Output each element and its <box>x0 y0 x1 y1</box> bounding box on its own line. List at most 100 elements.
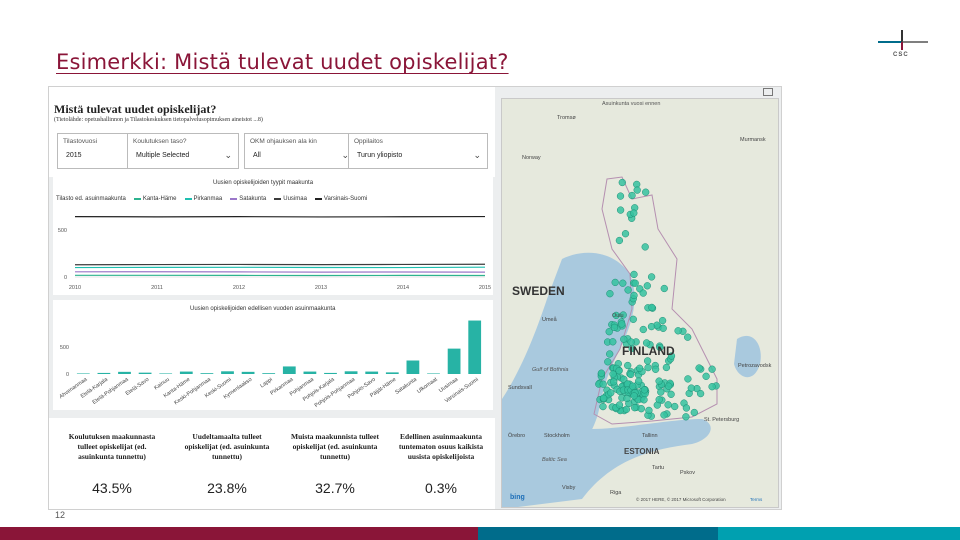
legend-swatch <box>230 198 238 200</box>
slicer-label: Tilastovuosi <box>63 138 98 145</box>
map-marker <box>671 402 679 411</box>
kpi-card: Uudeltamaalta tulleet opiskelijat (ed. a… <box>175 432 279 496</box>
map-label-estonia: ESTONIA <box>624 447 660 456</box>
map-label-norway: Norway <box>522 155 541 161</box>
map-marker <box>644 363 652 372</box>
x-tick-label: 2010 <box>69 285 81 291</box>
map-marker <box>616 192 625 200</box>
map-marker <box>662 363 671 372</box>
map-marker <box>624 361 632 370</box>
map-marker <box>696 389 705 398</box>
kpi-value: 43.5% <box>92 480 132 496</box>
map-panel[interactable]: SWEDEN FINLAND ESTONIA St. Petersburg St… <box>501 98 779 508</box>
kpi-value: 0.3% <box>425 480 457 496</box>
map-marker <box>640 386 649 394</box>
slicer-institution[interactable]: Oppilaitos Turun yliopisto ⌄ <box>348 133 488 169</box>
x-tick-label: Ulkomaat <box>416 376 439 395</box>
map-label-stockholm: Stockholm <box>544 433 570 439</box>
map-marker <box>610 378 618 386</box>
kpi-card: Edellinen asuinmaakunta tuntematon osuus… <box>389 432 493 496</box>
bar <box>118 371 131 374</box>
map-label-visby: Visby <box>562 485 576 491</box>
map-terms-link[interactable]: Terms <box>750 497 763 502</box>
map-marker <box>615 367 623 375</box>
x-tick-label: 2013 <box>315 285 327 291</box>
map-marker <box>635 364 644 372</box>
expand-icon[interactable] <box>763 88 773 96</box>
map-marker <box>597 369 606 377</box>
map-label-pskov: Pskov <box>680 470 695 476</box>
legend-swatch <box>184 198 192 200</box>
map-marker <box>647 322 656 331</box>
map-marker <box>659 324 667 332</box>
legend-item[interactable]: Kanta-Häme <box>133 196 177 202</box>
map-marker <box>684 375 692 383</box>
bar <box>138 372 152 374</box>
map-marker <box>690 408 698 417</box>
csc-logo-icon <box>878 30 928 50</box>
map-marker <box>599 394 608 402</box>
legend-item[interactable]: Satakunta <box>230 196 266 202</box>
y-tick-label: 500 <box>58 228 67 234</box>
map-marker <box>655 395 663 404</box>
map-marker <box>630 270 638 279</box>
map-marker <box>639 325 647 334</box>
bar <box>365 371 379 374</box>
line-chart: 500 02010 2011 2012 2013 2014 2015 <box>58 215 491 291</box>
map-marker <box>630 209 638 217</box>
x-tick-label: 2011 <box>151 285 163 291</box>
map-marker <box>616 206 625 214</box>
bar <box>179 371 193 374</box>
bar <box>221 371 234 374</box>
legend-swatch <box>133 198 141 200</box>
bar <box>344 371 358 374</box>
map-marker <box>651 365 660 373</box>
bar <box>324 372 337 374</box>
legend-item[interactable]: Varsinais-Suomi <box>314 196 367 202</box>
footer-bar-teal <box>718 527 960 540</box>
legend-item[interactable]: Pirkanmaa <box>184 196 222 202</box>
legend-label: Kanta-Häme <box>142 196 177 202</box>
map-marker <box>631 404 639 412</box>
map-marker <box>606 350 614 358</box>
map-label-orebro: Örebro <box>508 432 525 439</box>
map-label-gulf: Gulf of Bothnia <box>532 367 568 373</box>
map-marker <box>623 394 631 403</box>
footer-bar-maroon <box>0 527 478 540</box>
map-marker <box>618 178 626 187</box>
bar <box>241 371 255 374</box>
y-tick-label: 0 <box>64 275 67 281</box>
map-marker <box>629 315 637 323</box>
map-marker <box>637 405 645 413</box>
map-marker <box>618 320 626 328</box>
map-marker <box>660 411 668 419</box>
footer-bar-blue <box>478 527 718 540</box>
bar-chart: 5000AhvenanmaaEtelä-KarjalaEtelä-Pohjanm… <box>58 320 482 409</box>
map-marker <box>702 372 710 380</box>
bar <box>76 373 90 374</box>
line-chart-title: Uusien opiskelijoiden tyypit maakunta <box>213 180 314 186</box>
chevron-down-icon[interactable]: ⌄ <box>224 150 232 161</box>
bar <box>262 373 276 374</box>
legend-item[interactable]: Uusimaa <box>274 196 307 202</box>
map-marker <box>633 186 641 194</box>
map-label-umea: Umeå <box>542 316 558 323</box>
map-marker <box>622 405 631 414</box>
map-marker <box>658 316 667 325</box>
map-marker <box>665 382 673 390</box>
x-tick-label: 2015 <box>479 285 491 291</box>
map-label-st-petersburg: St. Petersburg <box>704 417 739 423</box>
bar <box>468 320 482 374</box>
x-tick-label: Kainuu <box>153 377 170 392</box>
slicer-education-level[interactable]: Koulutuksen taso? Multiple Selected ⌄ <box>127 133 239 169</box>
map-marker <box>647 273 656 281</box>
bar <box>427 373 440 374</box>
lake-ladoga <box>734 335 761 378</box>
slicer-field[interactable]: OKM ohjauksen ala kin All ⌄ <box>244 133 356 169</box>
map-marker <box>619 279 627 287</box>
map-marker <box>630 291 638 300</box>
chevron-down-icon[interactable]: ⌄ <box>473 150 481 161</box>
x-tick-label: 2012 <box>233 285 245 291</box>
page-number: 12 <box>55 510 66 520</box>
report-subtitle: (Tietolähde: opetushallinnon ja Tilastok… <box>54 117 263 123</box>
